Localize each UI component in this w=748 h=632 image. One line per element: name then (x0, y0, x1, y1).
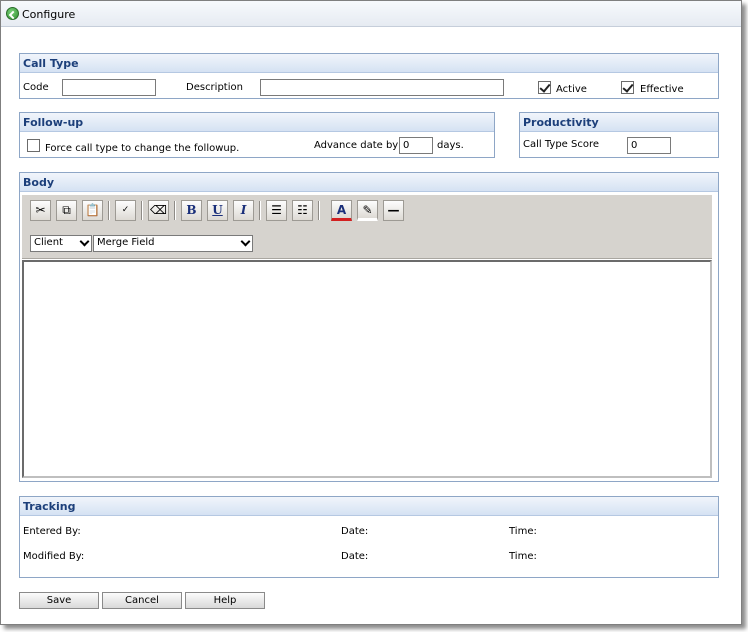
editor-toolbar: ✂ ⧉ 📋 ✓ ⌫ B U I ☰ ☷ A ✎ — Client Merge F… (22, 195, 712, 259)
body-panel: Body ✂ ⧉ 📋 ✓ ⌫ B U I ☰ ☷ A ✎ — Client Me… (19, 172, 719, 482)
productivity-heading: Productivity (520, 113, 718, 132)
code-input[interactable] (62, 79, 156, 96)
save-button[interactable]: Save (19, 592, 99, 609)
toolbar-separator (108, 201, 110, 220)
client-select-value: Client (34, 237, 63, 248)
description-label: Description (186, 82, 243, 93)
underline-icon[interactable]: U (207, 200, 228, 221)
followup-panel: Follow-up Force call type to change the … (19, 112, 495, 158)
chevron-down-icon (240, 236, 251, 247)
merge-field-select-value: Merge Field (97, 237, 155, 248)
followup-heading: Follow-up (20, 113, 494, 132)
client-select[interactable]: Client (30, 235, 92, 252)
toolbar-separator (318, 201, 320, 220)
window-title: Configure (22, 8, 76, 21)
font-color-icon[interactable]: A (331, 200, 352, 221)
active-checkbox[interactable] (538, 81, 551, 94)
italic-icon[interactable]: I (233, 200, 254, 221)
call-type-heading: Call Type (20, 54, 718, 73)
active-label: Active (556, 84, 587, 95)
unordered-list-icon[interactable]: ☷ (292, 200, 313, 221)
call-type-score-input[interactable] (627, 137, 671, 154)
copy-icon[interactable]: ⧉ (56, 200, 77, 221)
horizontal-rule-icon[interactable]: — (383, 200, 404, 221)
help-button[interactable]: Help (185, 592, 265, 609)
advance-days-input[interactable] (399, 137, 433, 154)
entered-by-label: Entered By: (23, 526, 81, 537)
force-followup-checkbox[interactable] (27, 139, 40, 152)
call-type-panel: Call Type Code Description Active Effect… (19, 53, 719, 99)
tracking-heading: Tracking (20, 497, 718, 516)
force-followup-label: Force call type to change the followup. (45, 143, 240, 154)
merge-field-select[interactable]: Merge Field (93, 235, 253, 252)
entered-date-label: Date: (341, 526, 369, 537)
effective-label: Effective (640, 84, 684, 95)
body-heading: Body (20, 173, 718, 192)
modified-date-label: Date: (341, 551, 369, 562)
modified-time-label: Time: (509, 551, 537, 562)
spellcheck-icon[interactable]: ✓ (115, 200, 136, 221)
cancel-button[interactable]: Cancel (102, 592, 182, 609)
title-bar: Configure (1, 1, 741, 27)
highlight-icon[interactable]: ✎ (357, 200, 378, 221)
description-input[interactable] (260, 79, 504, 96)
configure-window: Configure Call Type Code Description Act… (0, 0, 742, 625)
back-arrow-icon[interactable] (6, 7, 19, 20)
cut-icon[interactable]: ✂ (30, 200, 51, 221)
paste-icon[interactable]: 📋 (82, 200, 103, 221)
entered-time-label: Time: (509, 526, 537, 537)
code-label: Code (23, 82, 49, 93)
days-label: days. (437, 140, 464, 151)
toolbar-separator (141, 201, 143, 220)
bold-icon[interactable]: B (181, 200, 202, 221)
call-type-score-label: Call Type Score (523, 139, 600, 150)
ordered-list-icon[interactable]: ☰ (266, 200, 287, 221)
modified-by-label: Modified By: (23, 551, 85, 562)
advance-date-label: Advance date by (314, 140, 399, 151)
tracking-panel: Tracking Entered By: Date: Time: Modifie… (19, 496, 719, 578)
productivity-panel: Productivity Call Type Score (519, 112, 719, 158)
toolbar-separator (174, 201, 176, 220)
chevron-down-icon (79, 236, 90, 247)
effective-checkbox[interactable] (621, 81, 634, 94)
body-editor[interactable] (22, 260, 712, 478)
eraser-icon[interactable]: ⌫ (148, 200, 169, 221)
toolbar-separator (259, 201, 261, 220)
